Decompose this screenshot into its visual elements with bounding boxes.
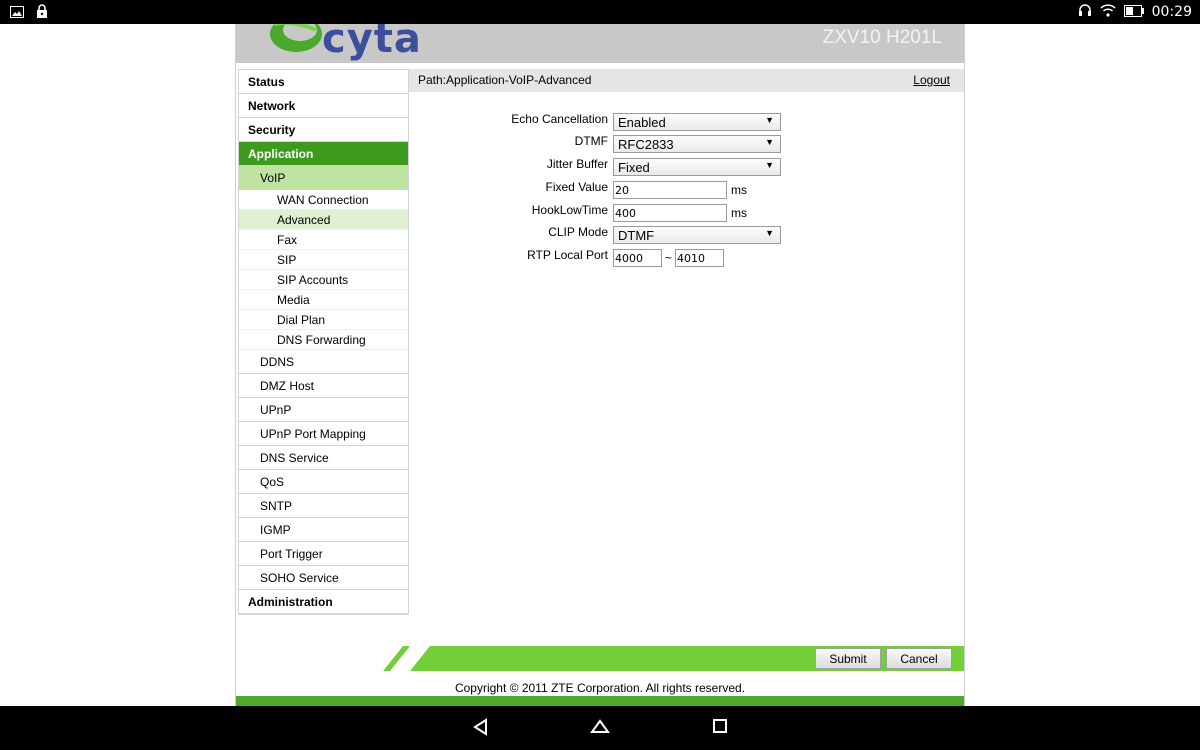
dtmf-select[interactable]: RFC2833 ▼	[613, 135, 781, 153]
recent-apps-icon[interactable]	[712, 718, 728, 739]
action-bar: Submit Cancel	[383, 646, 964, 671]
dropdown-arrow-icon: ▼	[765, 137, 774, 147]
hooklowtime-label: HookLowTime	[531, 203, 608, 217]
dropdown-arrow-icon: ▼	[765, 115, 774, 125]
sidebar-item-dmz-host[interactable]: DMZ Host	[239, 374, 408, 398]
fixed-value-row: Fixed Value 20 ms	[409, 180, 964, 200]
breadcrumb-bar: Path:Application-VoIP-Advanced Logout	[409, 69, 964, 92]
sidebar-item-igmp[interactable]: IGMP	[239, 518, 408, 542]
dropdown-arrow-icon: ▼	[765, 160, 774, 170]
jitter-buffer-select[interactable]: Fixed ▼	[613, 158, 781, 176]
echo-cancellation-label: Echo Cancellation	[511, 112, 608, 126]
model-name: ZXV10 H201L	[822, 27, 942, 48]
sidebar-item-wan-connection[interactable]: WAN Connection	[239, 190, 408, 210]
hooklowtime-input[interactable]: 400	[613, 204, 727, 222]
sidebar-item-media[interactable]: Media	[239, 290, 408, 310]
sidebar-item-advanced[interactable]: Advanced	[239, 210, 408, 230]
decorative-stripe-icon	[383, 646, 438, 671]
sidebar-item-status[interactable]: Status	[239, 70, 408, 94]
status-bar: 00:29	[0, 0, 1200, 24]
sidebar-item-application[interactable]: Application	[239, 142, 408, 166]
battery-icon	[1123, 4, 1144, 20]
sidebar-item-security[interactable]: Security	[239, 118, 408, 142]
clip-mode-label: CLIP Mode	[548, 225, 608, 239]
echo-cancellation-select[interactable]: Enabled ▼	[613, 113, 781, 131]
sidebar-item-dns-forwarding[interactable]: DNS Forwarding	[239, 330, 408, 350]
brand-logo-text: cyta	[322, 24, 422, 62]
android-nav-bar	[0, 706, 1200, 750]
rtp-local-port-row: RTP Local Port 4000 ~ 4010	[409, 248, 964, 268]
sidebar-item-upnp[interactable]: UPnP	[239, 398, 408, 422]
sidebar-item-sip[interactable]: SIP	[239, 250, 408, 270]
fixed-value-input[interactable]: 20	[613, 181, 727, 199]
echo-cancellation-row: Echo Cancellation Enabled ▼	[409, 112, 964, 132]
fixed-value-label: Fixed Value	[545, 180, 608, 194]
submit-button[interactable]: Submit	[815, 648, 881, 669]
image-icon	[10, 5, 24, 23]
sidebar-menu: Status Network Security Application VoIP…	[238, 69, 409, 615]
dropdown-arrow-icon: ▼	[765, 228, 774, 238]
sidebar-item-soho-service[interactable]: SOHO Service	[239, 566, 408, 590]
sidebar-item-administration[interactable]: Administration	[239, 590, 408, 614]
copyright-text: Copyright © 2011 ZTE Corporation. All ri…	[454, 681, 746, 695]
sidebar-item-qos[interactable]: QoS	[239, 470, 408, 494]
header: cyta ZXV10 H201L	[236, 24, 964, 63]
rtp-port-separator: ~	[665, 251, 673, 265]
breadcrumb: Path:Application-VoIP-Advanced	[418, 73, 592, 87]
dtmf-label: DTMF	[574, 134, 608, 148]
jitter-buffer-value: Fixed	[618, 159, 650, 175]
logout-link[interactable]: Logout	[913, 73, 950, 87]
sidebar-item-dial-plan[interactable]: Dial Plan	[239, 310, 408, 330]
dtmf-row: DTMF RFC2833 ▼	[409, 134, 964, 154]
sidebar-item-network[interactable]: Network	[239, 94, 408, 118]
sidebar-item-sntp[interactable]: SNTP	[239, 494, 408, 518]
echo-cancellation-value: Enabled	[618, 114, 666, 130]
rtp-local-port-label: RTP Local Port	[527, 248, 608, 262]
sidebar-item-port-trigger[interactable]: Port Trigger	[239, 542, 408, 566]
sidebar-item-upnp-port-mapping[interactable]: UPnP Port Mapping	[239, 422, 408, 446]
jitter-buffer-row: Jitter Buffer Fixed ▼	[409, 157, 964, 177]
dtmf-value: RFC2833	[618, 136, 674, 152]
wifi-icon	[1100, 3, 1116, 20]
jitter-buffer-label: Jitter Buffer	[546, 157, 608, 171]
footer-stripe	[236, 696, 964, 706]
fixed-value-unit: ms	[731, 183, 747, 197]
clip-mode-value: DTMF	[618, 227, 655, 243]
hooklowtime-row: HookLowTime 400 ms	[409, 203, 964, 223]
lock-icon	[36, 4, 48, 23]
clock: 00:29	[1151, 3, 1192, 20]
headphones-icon	[1078, 3, 1092, 20]
cancel-button[interactable]: Cancel	[886, 648, 952, 669]
sidebar-item-dns-service[interactable]: DNS Service	[239, 446, 408, 470]
rtp-port-to-input[interactable]: 4010	[675, 249, 724, 267]
sidebar-item-sip-accounts[interactable]: SIP Accounts	[239, 270, 408, 290]
sidebar-item-voip[interactable]: VoIP	[239, 166, 408, 190]
rtp-port-from-input[interactable]: 4000	[613, 249, 662, 267]
home-icon[interactable]	[590, 718, 610, 741]
router-page: cyta ZXV10 H201L Status Network Security…	[235, 24, 965, 706]
back-icon[interactable]	[472, 718, 488, 741]
sidebar-item-fax[interactable]: Fax	[239, 230, 408, 250]
hooklowtime-unit: ms	[731, 206, 747, 220]
clip-mode-select[interactable]: DTMF ▼	[613, 226, 781, 244]
sidebar-item-ddns[interactable]: DDNS	[239, 350, 408, 374]
clip-mode-row: CLIP Mode DTMF ▼	[409, 225, 964, 245]
